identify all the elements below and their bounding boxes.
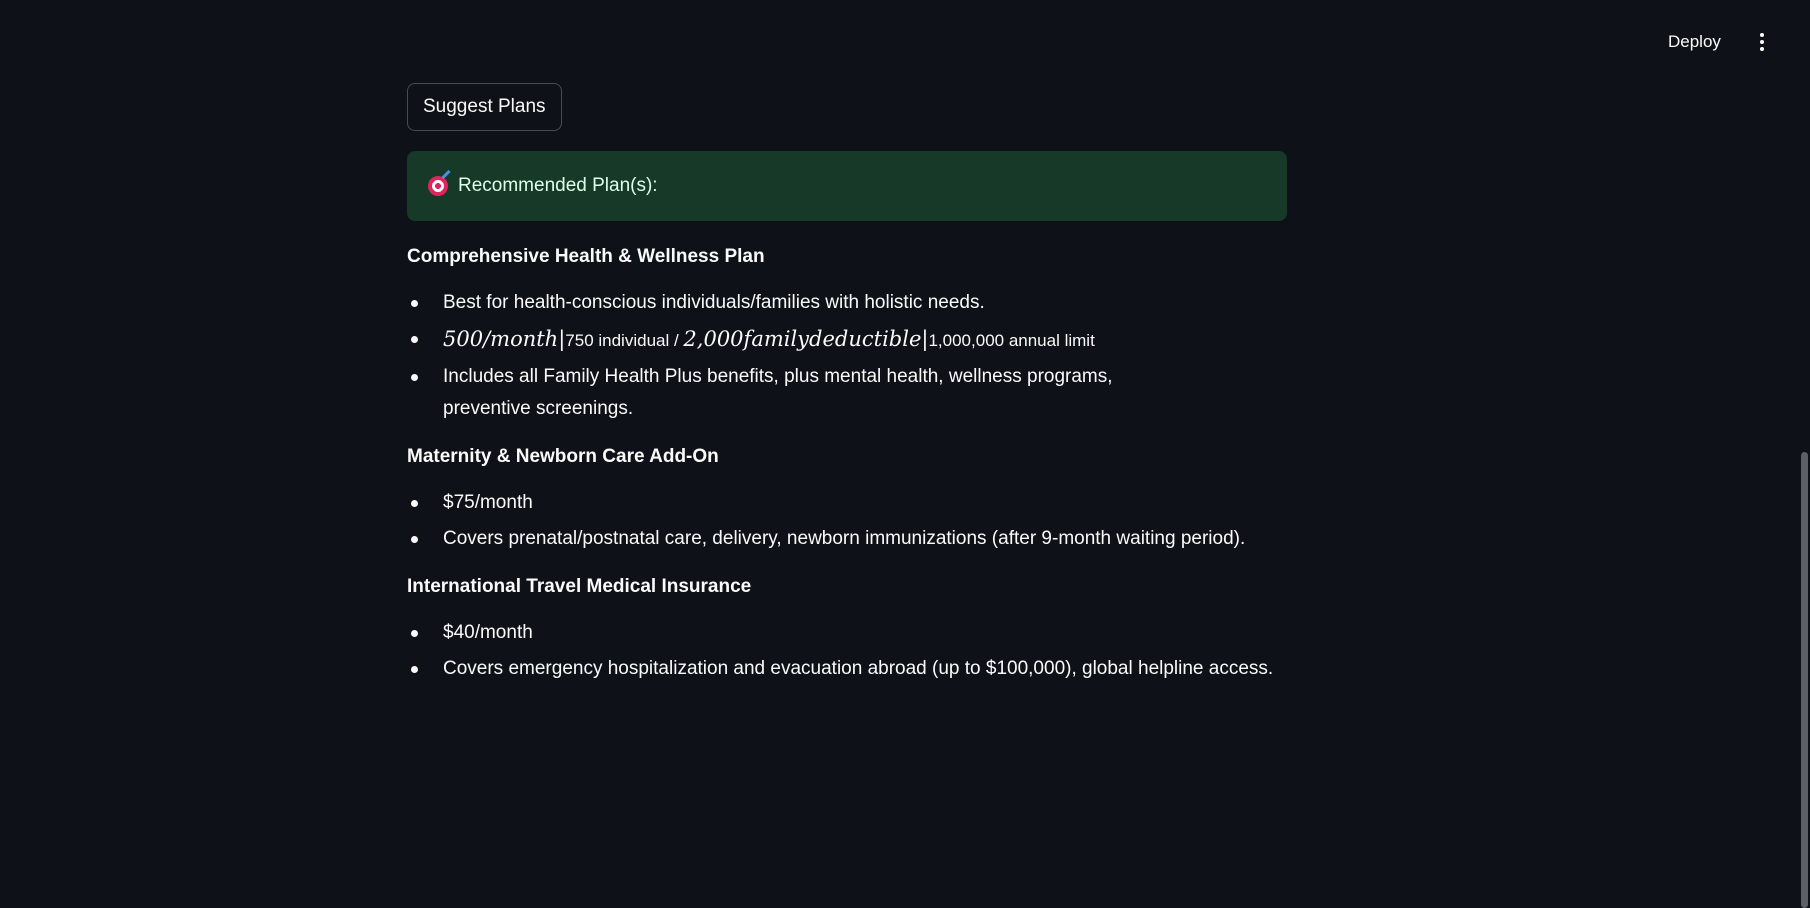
list-item-text: 750 individual /: [565, 331, 684, 350]
list-item-text: 1,000,000 annual limit: [928, 331, 1095, 350]
list-item: $75/month: [407, 487, 1287, 519]
list-item-text: Best for health-conscious individuals/fa…: [443, 292, 985, 313]
success-alert-text: Recommended Plan(s):: [458, 175, 658, 196]
list-item: 500/month|750 individual / 2,000familyde…: [407, 323, 1287, 357]
list-item-text: Includes all Family Health Plus benefits…: [443, 366, 1113, 419]
plan-title: International Travel Medical Insurance: [407, 576, 752, 597]
plan-bullets: $40/month Covers emergency hospitalizati…: [407, 617, 1287, 685]
list-item: Covers prenatal/postnatal care, delivery…: [407, 523, 1287, 555]
list-item-text: $40/month: [443, 622, 533, 643]
plan-maternity: Maternity & Newborn Care Add-On $75/mont…: [407, 445, 1287, 555]
plan-bullets: Best for health-conscious individuals/fa…: [407, 287, 1287, 425]
math-text: 2,000: [683, 327, 744, 351]
deploy-button[interactable]: Deploy: [1660, 28, 1729, 56]
list-item-text: Covers emergency hospitalization and eva…: [443, 658, 1274, 679]
plan-travel: International Travel Medical Insurance $…: [407, 575, 1287, 685]
success-alert: Recommended Plan(s):: [407, 151, 1287, 221]
main-content: Suggest Plans Recommended Plan(s): Compr…: [407, 83, 1287, 689]
list-item: Includes all Family Health Plus benefits…: [407, 361, 1287, 425]
list-item-text: Covers prenatal/postnatal care, delivery…: [443, 528, 1246, 549]
math-text: 500/month: [443, 327, 559, 351]
list-item: Covers emergency hospitalization and eva…: [407, 653, 1287, 685]
list-item: Best for health-conscious individuals/fa…: [407, 287, 1287, 319]
list-item-text: $75/month: [443, 492, 533, 513]
vertical-scrollbar[interactable]: [1801, 452, 1808, 908]
list-item: $40/month: [407, 617, 1287, 649]
plan-title: Comprehensive Health & Wellness Plan: [407, 246, 765, 267]
math-text: familydeductible: [743, 327, 922, 351]
target-icon: [428, 176, 448, 196]
more-vertical-icon[interactable]: [1750, 26, 1774, 58]
plan-comprehensive: Comprehensive Health & Wellness Plan Bes…: [407, 245, 1287, 425]
plan-title: Maternity & Newborn Care Add-On: [407, 446, 719, 467]
plan-bullets: $75/month Covers prenatal/postnatal care…: [407, 487, 1287, 555]
suggest-plans-button[interactable]: Suggest Plans: [407, 83, 562, 131]
app-header: Deploy: [0, 0, 1810, 84]
